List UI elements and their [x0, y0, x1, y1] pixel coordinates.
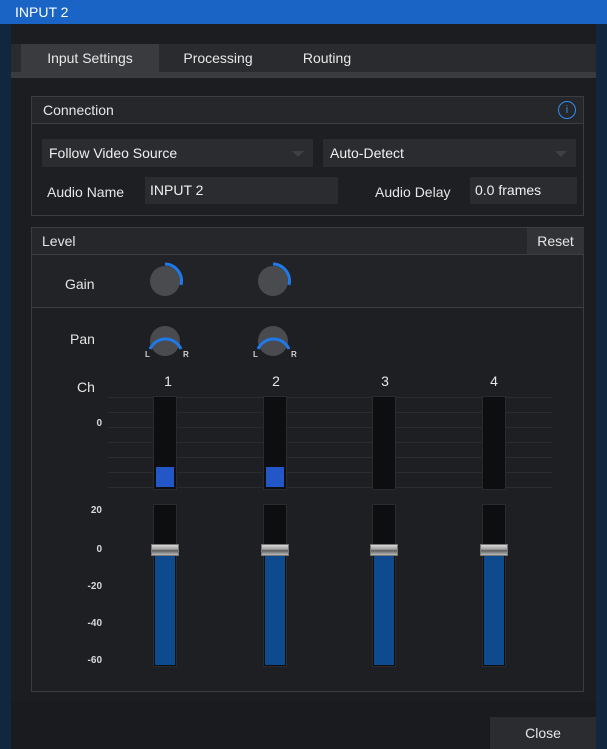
audio-delay-label: Audio Delay	[375, 184, 451, 200]
tab-input-settings[interactable]: Input Settings	[21, 44, 159, 72]
level-meter-fill	[156, 467, 174, 487]
fader-scale-20: 20	[90, 505, 102, 516]
level-header: Level Reset	[32, 228, 584, 255]
audio-format-value: Auto-Detect	[330, 145, 404, 161]
gain-label: Gain	[65, 276, 95, 292]
close-button[interactable]: Close	[490, 717, 596, 749]
channel-4-label: 4	[490, 373, 498, 389]
tab-underline	[11, 72, 596, 78]
volume-fader-3[interactable]	[370, 504, 398, 667]
audio-source-dropdown[interactable]: Follow Video Source	[42, 139, 313, 167]
gain-knob-arc-2	[272, 262, 291, 286]
pan-right-label-2: R	[291, 350, 297, 359]
fader-scale-minus60: -60	[87, 655, 102, 666]
pan-left-label-1: L	[145, 350, 150, 359]
pan-label: Pan	[70, 331, 95, 347]
chevron-down-icon	[555, 151, 567, 157]
pan-knob-arc-1	[148, 337, 183, 350]
level-heading: Level	[42, 233, 76, 249]
channel-3-label: 3	[381, 373, 389, 389]
audio-delay-field[interactable]: 0.0 frames	[470, 177, 577, 204]
connection-heading: Connection	[43, 102, 114, 118]
audio-name-label: Audio Name	[47, 184, 125, 200]
tab-processing[interactable]: Processing	[163, 44, 273, 72]
fader-handle[interactable]	[480, 544, 508, 556]
volume-fader-1[interactable]	[151, 504, 179, 667]
volume-fader-4[interactable]	[480, 504, 508, 667]
level-meter-3	[372, 396, 396, 490]
tab-routing[interactable]: Routing	[285, 44, 369, 72]
audio-format-dropdown[interactable]: Auto-Detect	[323, 139, 576, 167]
info-icon[interactable]: i	[558, 101, 576, 119]
pan-right-label-1: R	[183, 350, 189, 359]
fader-scale-minus20: -20	[87, 581, 102, 592]
fader-scale-0: 0	[96, 544, 102, 555]
audio-delay-value: 0.0 frames	[475, 182, 542, 198]
audio-source-value: Follow Video Source	[49, 145, 178, 161]
audio-name-value: INPUT 2	[150, 182, 204, 198]
pan-left-label-2: L	[253, 350, 258, 359]
fader-handle[interactable]	[261, 544, 289, 556]
fader-fill	[374, 549, 394, 665]
gain-knob-arc-1	[164, 262, 183, 286]
fader-handle[interactable]	[151, 544, 179, 556]
fader-fill	[265, 549, 285, 665]
reset-button[interactable]: Reset	[527, 228, 584, 254]
title-bar: INPUT 2	[0, 0, 607, 24]
connection-panel: Connection i Follow Video Source Auto-De…	[31, 96, 584, 216]
level-meter-2	[263, 396, 287, 490]
level-meter-4	[482, 396, 506, 490]
volume-fader-2[interactable]	[261, 504, 289, 667]
level-meter-fill	[266, 467, 284, 487]
window-title: INPUT 2	[15, 4, 69, 20]
fader-fill	[484, 549, 504, 665]
gain-row	[32, 255, 583, 308]
fader-scale-minus40: -40	[87, 618, 102, 629]
channel-2-label: 2	[272, 373, 280, 389]
connection-header: Connection i	[32, 97, 583, 124]
audio-name-field[interactable]: INPUT 2	[145, 177, 338, 204]
pan-knob-arc-2	[256, 337, 291, 350]
fader-fill	[155, 549, 175, 665]
fader-handle[interactable]	[370, 544, 398, 556]
ch-label: Ch	[77, 379, 95, 395]
channel-1-label: 1	[164, 373, 172, 389]
level-meter-1	[153, 396, 177, 490]
meter-scale-0: 0	[96, 418, 102, 429]
chevron-down-icon	[292, 151, 304, 157]
